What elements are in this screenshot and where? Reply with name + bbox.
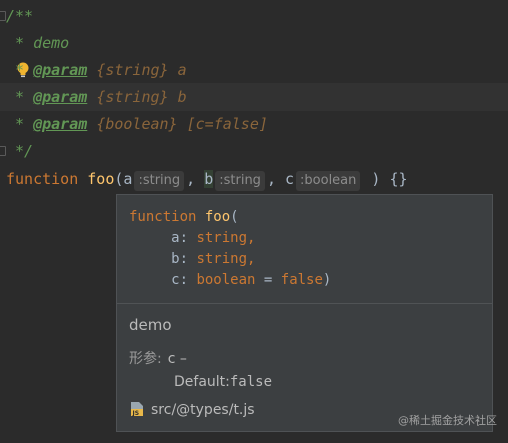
doc-description-text: demo <box>129 316 172 334</box>
code-line-5: * @param {boolean} [c=false] <box>6 115 268 133</box>
param-name: b <box>177 88 187 106</box>
param-c-doc: c – <box>167 351 187 367</box>
sig-param-type: boolean <box>196 272 256 288</box>
code-line-3: * @param {string} a <box>6 61 187 79</box>
more-vertical-icon[interactable]: ⋮ <box>472 414 484 428</box>
type-hint-b: :string <box>215 171 265 191</box>
param-b[interactable]: b <box>204 170 214 188</box>
function-name[interactable]: foo <box>87 170 114 188</box>
code-line-6: */ <box>0 137 508 165</box>
source-location[interactable]: JS src/@types/t.js <box>129 399 255 421</box>
param-type: {string} <box>96 88 169 106</box>
code-line-1: /** <box>0 2 508 30</box>
param-name: [c=false] <box>186 115 268 133</box>
function-signature: function foo( a: string, b: string, c: b… <box>129 209 332 288</box>
default-section: Default:false <box>174 371 272 393</box>
type-hint-c: :boolean <box>296 171 361 191</box>
params-section: 形参: c – <box>129 348 187 370</box>
default-label: Default: <box>174 374 230 390</box>
params-label: 形参: <box>129 351 162 367</box>
sig-param-type: string, <box>196 251 256 267</box>
sig-param-name: c: <box>171 272 189 288</box>
default-value: false <box>229 374 273 390</box>
param-c[interactable]: c <box>285 170 294 188</box>
sig-param-name: a: <box>171 230 189 246</box>
code-line-7: function foo(a:string, b:string, c:boole… <box>0 164 508 194</box>
param-tag: @param <box>33 61 88 79</box>
sig-param-name: b: <box>171 251 189 267</box>
js-file-icon: JS <box>131 402 143 417</box>
sig-param-type: string, <box>196 230 256 246</box>
function-keyword: function <box>6 170 79 188</box>
sig-param-default: false <box>280 272 323 288</box>
param-tag: @param <box>33 88 88 106</box>
doc-comment-close: */ <box>6 142 34 160</box>
param-tag: @param <box>33 115 88 133</box>
code-line-2: * demo <box>6 34 70 52</box>
code-line-4: * @param {string} b <box>0 83 508 111</box>
svg-text:JS: JS <box>132 410 140 417</box>
source-file-link[interactable]: src/@types/t.js <box>151 402 255 418</box>
param-type: {string} <box>96 61 169 79</box>
doc-comment-open: /** <box>6 7 34 25</box>
quick-documentation-popup[interactable]: function foo( a: string, b: string, c: b… <box>116 194 493 432</box>
type-hint-a: :string <box>134 171 185 191</box>
popup-divider <box>117 303 492 304</box>
doc-description: demo <box>33 34 70 52</box>
param-a[interactable]: a <box>123 170 132 188</box>
param-name: a <box>177 61 187 79</box>
param-type: {boolean} <box>96 115 178 133</box>
